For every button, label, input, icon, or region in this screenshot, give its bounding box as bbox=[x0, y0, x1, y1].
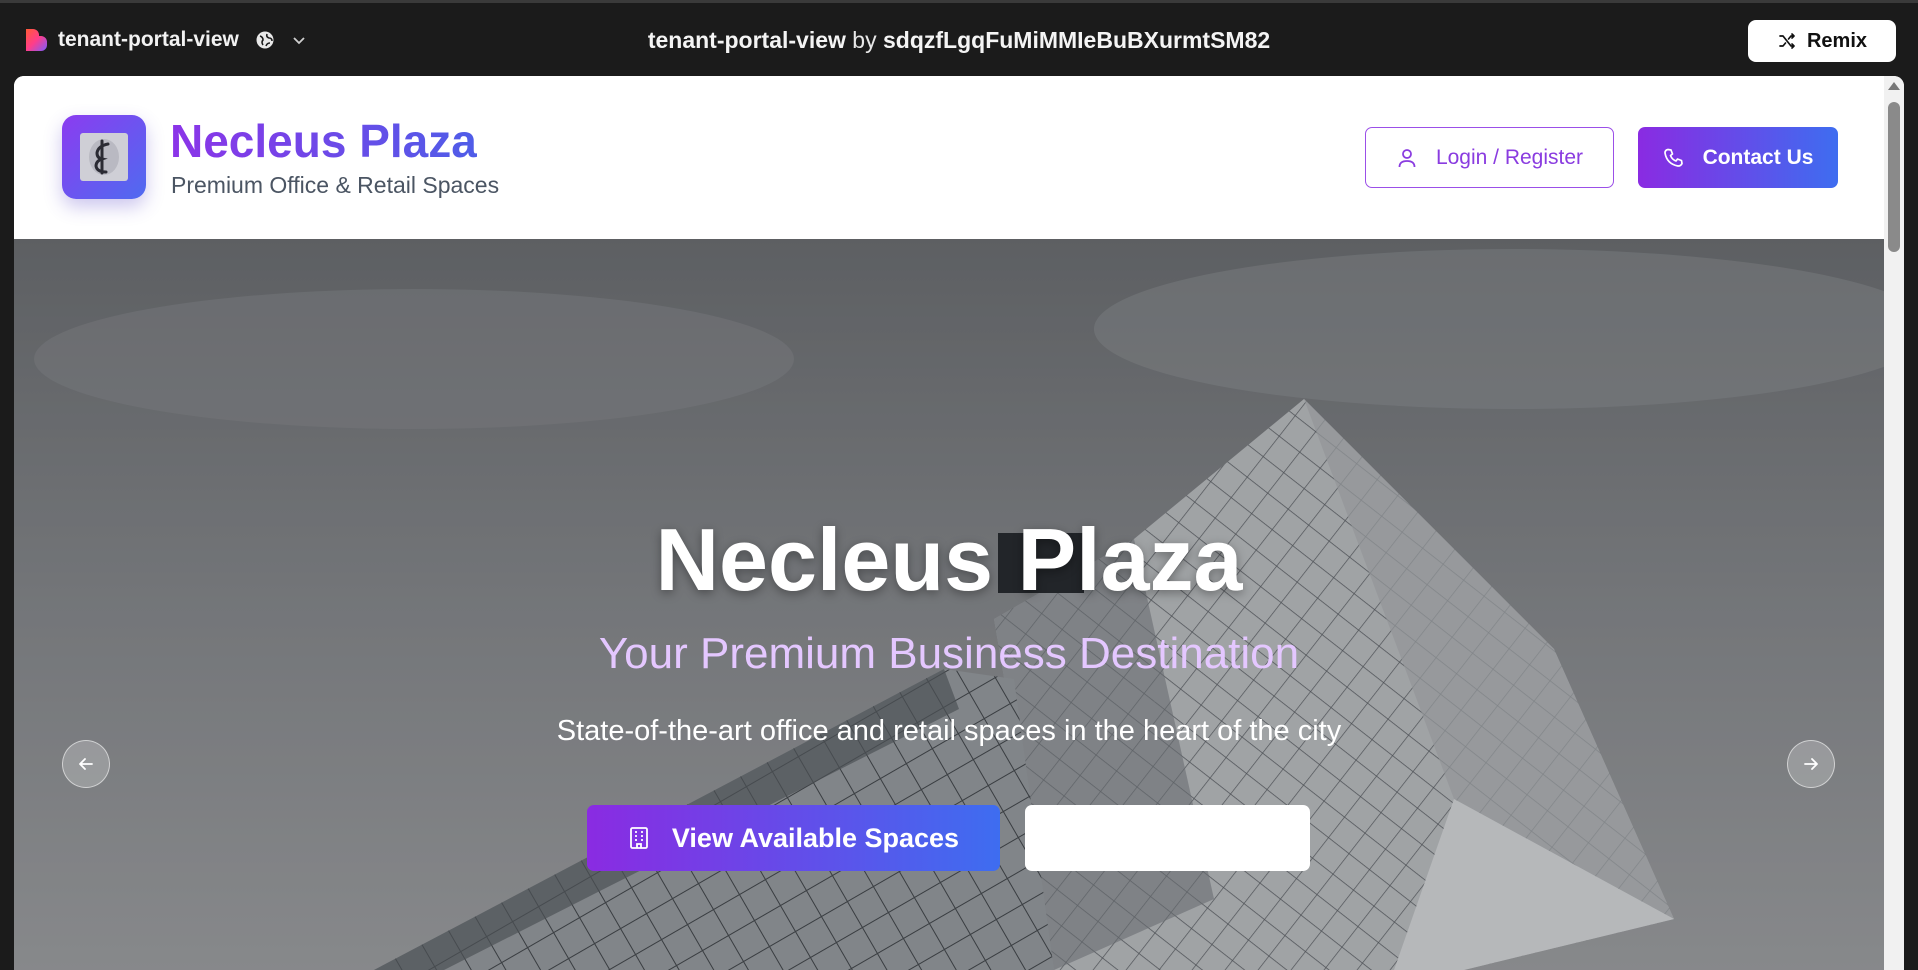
chevron-down-icon[interactable] bbox=[291, 32, 307, 48]
user-icon bbox=[1398, 148, 1416, 167]
brand-tagline: Premium Office & Retail Spaces bbox=[171, 172, 500, 198]
building-icon bbox=[630, 827, 648, 849]
scroll-up-icon[interactable] bbox=[1888, 82, 1900, 90]
contact-label: Contact Us bbox=[1702, 145, 1814, 169]
brand-name[interactable]: Necleus Plaza bbox=[170, 114, 477, 168]
contact-us-button[interactable]: Contact Us bbox=[1638, 127, 1838, 188]
top-bar: tenant-portal-view tenant-portal-view by… bbox=[0, 0, 1918, 76]
globe-icon[interactable] bbox=[255, 30, 275, 50]
page-scrollbar[interactable] bbox=[1884, 76, 1904, 970]
brand-logo[interactable] bbox=[62, 115, 146, 199]
view-spaces-label: View Available Spaces bbox=[671, 822, 960, 853]
hero-section: Necleus Plaza Your Premium Business Dest… bbox=[14, 239, 1884, 970]
remix-label: Remix bbox=[1806, 29, 1868, 52]
arrow-right-icon bbox=[1804, 758, 1818, 770]
secondary-hero-button[interactable] bbox=[1025, 805, 1310, 871]
carousel-prev-button[interactable] bbox=[62, 740, 110, 788]
site-header: Necleus Plaza Premium Office & Retail Sp… bbox=[14, 76, 1884, 239]
view-available-spaces-button[interactable]: View Available Spaces bbox=[587, 805, 1000, 871]
hero-subtitle: Your Premium Business Destination bbox=[598, 629, 1300, 678]
owner-id: sdqzfLgqFuMiMMIeBuBXurmtSM82 bbox=[883, 27, 1271, 53]
arrow-left-icon bbox=[79, 758, 93, 770]
carousel-next-button[interactable] bbox=[1787, 740, 1835, 788]
project-name: tenant-portal-view bbox=[647, 27, 846, 53]
logo-emblem-icon bbox=[80, 133, 128, 181]
app-switcher[interactable]: tenant-portal-view bbox=[22, 27, 307, 53]
login-register-button[interactable]: Login / Register bbox=[1365, 127, 1614, 188]
page-viewport: Necleus Plaza Premium Office & Retail Sp… bbox=[14, 76, 1904, 970]
hero-description: State-of-the-art office and retail space… bbox=[556, 715, 1342, 747]
shuffle-icon bbox=[1779, 33, 1795, 49]
title-by: by bbox=[845, 27, 883, 53]
login-label: Login / Register bbox=[1435, 145, 1584, 169]
scrollbar-thumb[interactable] bbox=[1888, 102, 1900, 252]
remix-button[interactable]: Remix bbox=[1748, 20, 1896, 62]
phone-icon bbox=[1663, 148, 1683, 167]
hero-title: Necleus Plaza bbox=[655, 510, 1243, 609]
app-name: tenant-portal-view bbox=[58, 28, 239, 51]
app-logo-icon bbox=[26, 29, 47, 51]
